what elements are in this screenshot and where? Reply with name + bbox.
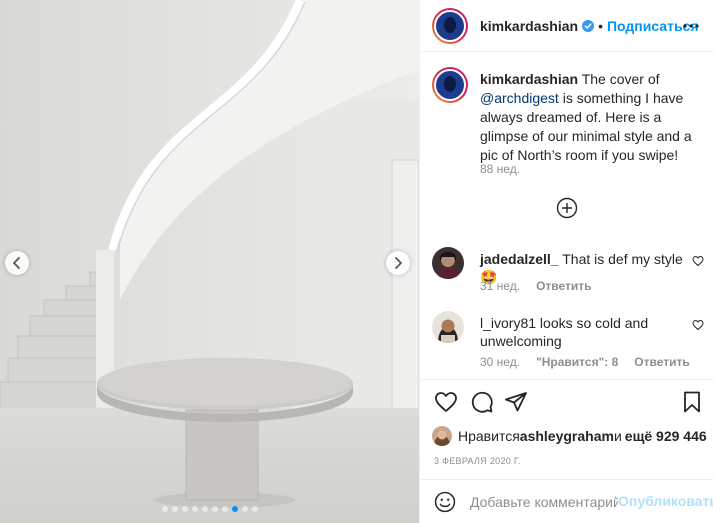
- more-options-icon[interactable]: [682, 17, 700, 35]
- comment-timestamp[interactable]: 30 нед.: [480, 355, 520, 369]
- reply-button[interactable]: Ответить: [634, 355, 689, 369]
- heart-icon[interactable]: [692, 319, 704, 331]
- heart-icon[interactable]: [692, 255, 704, 267]
- verified-badge-icon: [582, 19, 595, 32]
- comment-meta: 30 нед. "Нравится": 8 Ответить: [480, 355, 690, 369]
- comment-likes-count[interactable]: "Нравится": 8: [536, 355, 618, 369]
- share-icon[interactable]: [504, 390, 528, 414]
- comment-text: l_ivory81 looks so cold and unwelcoming: [480, 314, 686, 350]
- previous-photo-button[interactable]: [5, 251, 29, 275]
- caption-text-before: The cover of: [578, 71, 660, 87]
- carousel-indicator: [0, 506, 419, 512]
- likes-summary: Нравится ashleygraham и ещё 929 446: [432, 425, 707, 447]
- caption-timestamp[interactable]: 88 нед.: [480, 162, 520, 176]
- post-sidebar: kimkardashian • Подписаться kimkardashia…: [419, 0, 713, 523]
- comment-username[interactable]: l_ivory81: [480, 315, 536, 331]
- comment-timestamp[interactable]: 31 нед.: [480, 279, 520, 293]
- carousel-dot: [161, 506, 168, 512]
- carousel-dot: [171, 506, 178, 512]
- carousel-dot: [241, 506, 248, 512]
- caption-mention-link[interactable]: @archdigest: [480, 90, 559, 106]
- plus-circle-icon[interactable]: [556, 197, 578, 219]
- comment-icon[interactable]: [470, 390, 494, 414]
- caption-avatar[interactable]: [432, 67, 468, 103]
- carousel-dot: [201, 506, 208, 512]
- add-comment-bar: Опубликовать: [420, 479, 713, 523]
- publish-comment-button[interactable]: Опубликовать: [618, 493, 713, 509]
- post-action-bar: [420, 379, 713, 425]
- chevron-left-icon: [13, 257, 20, 269]
- commenter-avatar[interactable]: [432, 311, 464, 343]
- add-comment-input[interactable]: [470, 492, 618, 512]
- comment-meta: 31 нед. Ответить: [480, 279, 592, 293]
- carousel-dot: [181, 506, 188, 512]
- commenter-avatar[interactable]: [432, 247, 464, 279]
- caption-username[interactable]: kimkardashian: [480, 71, 578, 87]
- likes-and: и: [613, 428, 622, 444]
- separator-bullet: •: [598, 17, 603, 34]
- carousel-dot: [211, 506, 218, 512]
- carousel-dot: [231, 506, 238, 512]
- author-avatar[interactable]: [432, 7, 468, 44]
- likes-prefix: Нравится: [458, 428, 520, 444]
- comments-list[interactable]: kimkardashian The cover of @archdigest i…: [420, 53, 713, 379]
- liker-username[interactable]: ashleygraham: [520, 428, 614, 444]
- heart-icon[interactable]: [434, 390, 458, 414]
- chevron-right-icon: [395, 257, 402, 269]
- emoji-icon[interactable]: [434, 491, 456, 513]
- likes-count[interactable]: ещё 929 446: [625, 428, 707, 444]
- liker-avatar[interactable]: [432, 426, 452, 446]
- carousel-dot: [191, 506, 198, 512]
- post-header: kimkardashian • Подписаться: [420, 0, 713, 52]
- reply-button[interactable]: Ответить: [536, 279, 591, 293]
- carousel-dot: [221, 506, 228, 512]
- post-date[interactable]: 3 ФЕВРАЛЯ 2020 Г.: [434, 456, 521, 466]
- author-username[interactable]: kimkardashian: [480, 18, 578, 34]
- post-image[interactable]: [0, 0, 419, 523]
- caption-text: kimkardashian The cover of @archdigest i…: [480, 70, 702, 165]
- comment-username[interactable]: jadedalzell_: [480, 251, 559, 267]
- carousel-dot: [251, 506, 258, 512]
- staircase-photo: [0, 0, 419, 523]
- bookmark-icon[interactable]: [680, 390, 704, 414]
- next-photo-button[interactable]: [386, 251, 410, 275]
